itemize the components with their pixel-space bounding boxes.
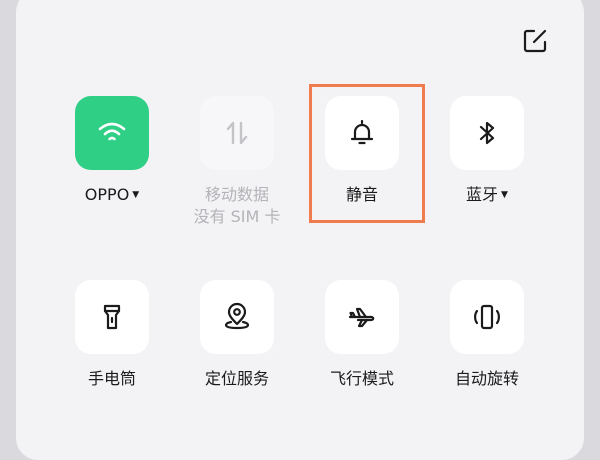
tile-label: 飞行模式 — [329, 369, 394, 388]
tile-wifi[interactable]: OPPO ▼ — [50, 96, 174, 206]
tile-label: 自动旋转 — [454, 369, 519, 388]
bluetooth-label-row[interactable]: 蓝牙 ▼ — [466, 184, 508, 206]
wifi-label-row[interactable]: OPPO ▼ — [85, 184, 139, 206]
highlight-box — [309, 84, 425, 223]
mobile-data-toggle[interactable] — [200, 96, 274, 170]
tile-label: 移动数据 — [204, 185, 269, 204]
tile-mobile-data[interactable]: 移动数据 没有 SIM 卡 — [175, 96, 299, 228]
tile-bluetooth[interactable]: 蓝牙 ▼ — [425, 96, 549, 206]
wifi-icon — [98, 122, 126, 141]
tile-airplane[interactable]: 飞行模式 — [300, 280, 424, 390]
flashlight-icon — [103, 304, 121, 330]
tile-location[interactable]: 定位服务 — [175, 280, 299, 390]
tile-label: OPPO — [84, 185, 130, 204]
chevron-down-icon[interactable]: ▼ — [132, 190, 139, 200]
mobile-data-icon — [226, 121, 248, 145]
auto-rotate-toggle[interactable] — [450, 280, 524, 354]
tile-sublabel: 没有 SIM 卡 — [193, 207, 281, 226]
tile-label: 手电筒 — [87, 369, 136, 388]
flashlight-toggle[interactable] — [75, 280, 149, 354]
airplane-icon — [348, 307, 375, 328]
auto-rotate-icon — [474, 304, 500, 330]
tile-label: 蓝牙 — [466, 185, 499, 204]
edit-square-icon — [523, 29, 547, 53]
tile-flashlight[interactable]: 手电筒 — [50, 280, 174, 390]
bluetooth-toggle[interactable] — [450, 96, 524, 170]
chevron-down-icon[interactable]: ▼ — [501, 190, 508, 200]
bluetooth-icon — [479, 121, 495, 145]
tile-label: 定位服务 — [204, 369, 269, 388]
quick-settings-panel — [16, 0, 584, 460]
location-icon — [224, 302, 250, 330]
tile-auto-rotate[interactable]: 自动旋转 — [425, 280, 549, 390]
location-toggle[interactable] — [200, 280, 274, 354]
edit-button[interactable] — [522, 28, 548, 54]
airplane-toggle[interactable] — [325, 280, 399, 354]
wifi-toggle[interactable] — [75, 96, 149, 170]
